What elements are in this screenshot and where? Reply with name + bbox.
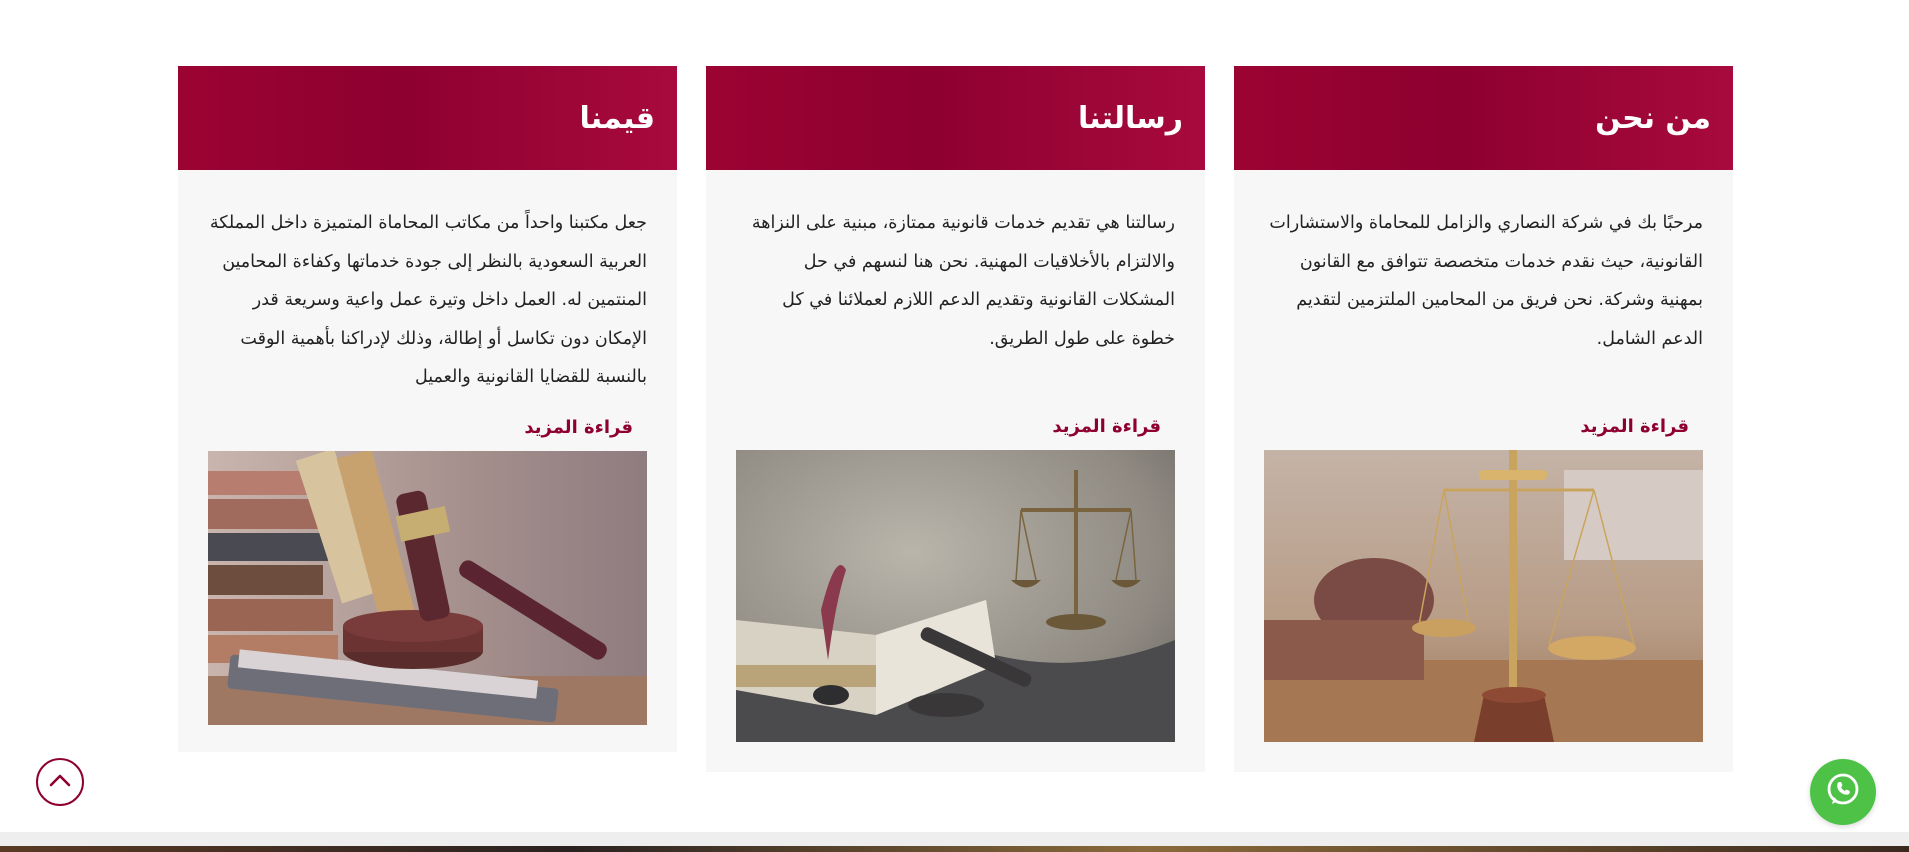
read-more-link[interactable]: قراءة المزيد bbox=[1264, 416, 1703, 437]
card-header: رسالتنا bbox=[706, 66, 1205, 170]
whatsapp-icon bbox=[1824, 771, 1862, 813]
info-cards-section: قيمنا جعل مكتبنا واحداً من مكاتب المحاما… bbox=[178, 66, 1733, 772]
scroll-to-top-button[interactable] bbox=[36, 758, 84, 806]
mission-card: رسالتنا رسالتنا هي تقديم خدمات قانونية م… bbox=[706, 66, 1205, 772]
gavel-books-image bbox=[208, 450, 647, 725]
card-title: رسالتنا bbox=[1077, 100, 1183, 136]
values-card: قيمنا جعل مكتبنا واحداً من مكاتب المحاما… bbox=[178, 66, 677, 752]
law-book-scales-image bbox=[736, 450, 1175, 742]
next-section-image-strip bbox=[0, 846, 1909, 852]
about-us-card: من نحن مرحبًا بك في شركة النصاري والزامل… bbox=[1234, 66, 1733, 772]
card-title: قيمنا bbox=[579, 100, 655, 136]
card-text: مرحبًا بك في شركة النصاري والزامل للمحام… bbox=[1269, 213, 1703, 349]
whatsapp-button[interactable] bbox=[1810, 759, 1876, 825]
scales-of-justice-image bbox=[1264, 450, 1703, 742]
chevron-up-icon bbox=[48, 772, 72, 792]
read-more-link[interactable]: قراءة المزيد bbox=[736, 416, 1175, 437]
card-header: من نحن bbox=[1234, 66, 1733, 170]
card-text: جعل مكتبنا واحداً من مكاتب المحاماة المت… bbox=[209, 213, 647, 387]
read-more-link[interactable]: قراءة المزيد bbox=[208, 417, 647, 438]
card-title: من نحن bbox=[1595, 100, 1711, 136]
card-header: قيمنا bbox=[178, 66, 677, 170]
card-text: رسالتنا هي تقديم خدمات قانونية ممتازة، م… bbox=[751, 213, 1175, 349]
